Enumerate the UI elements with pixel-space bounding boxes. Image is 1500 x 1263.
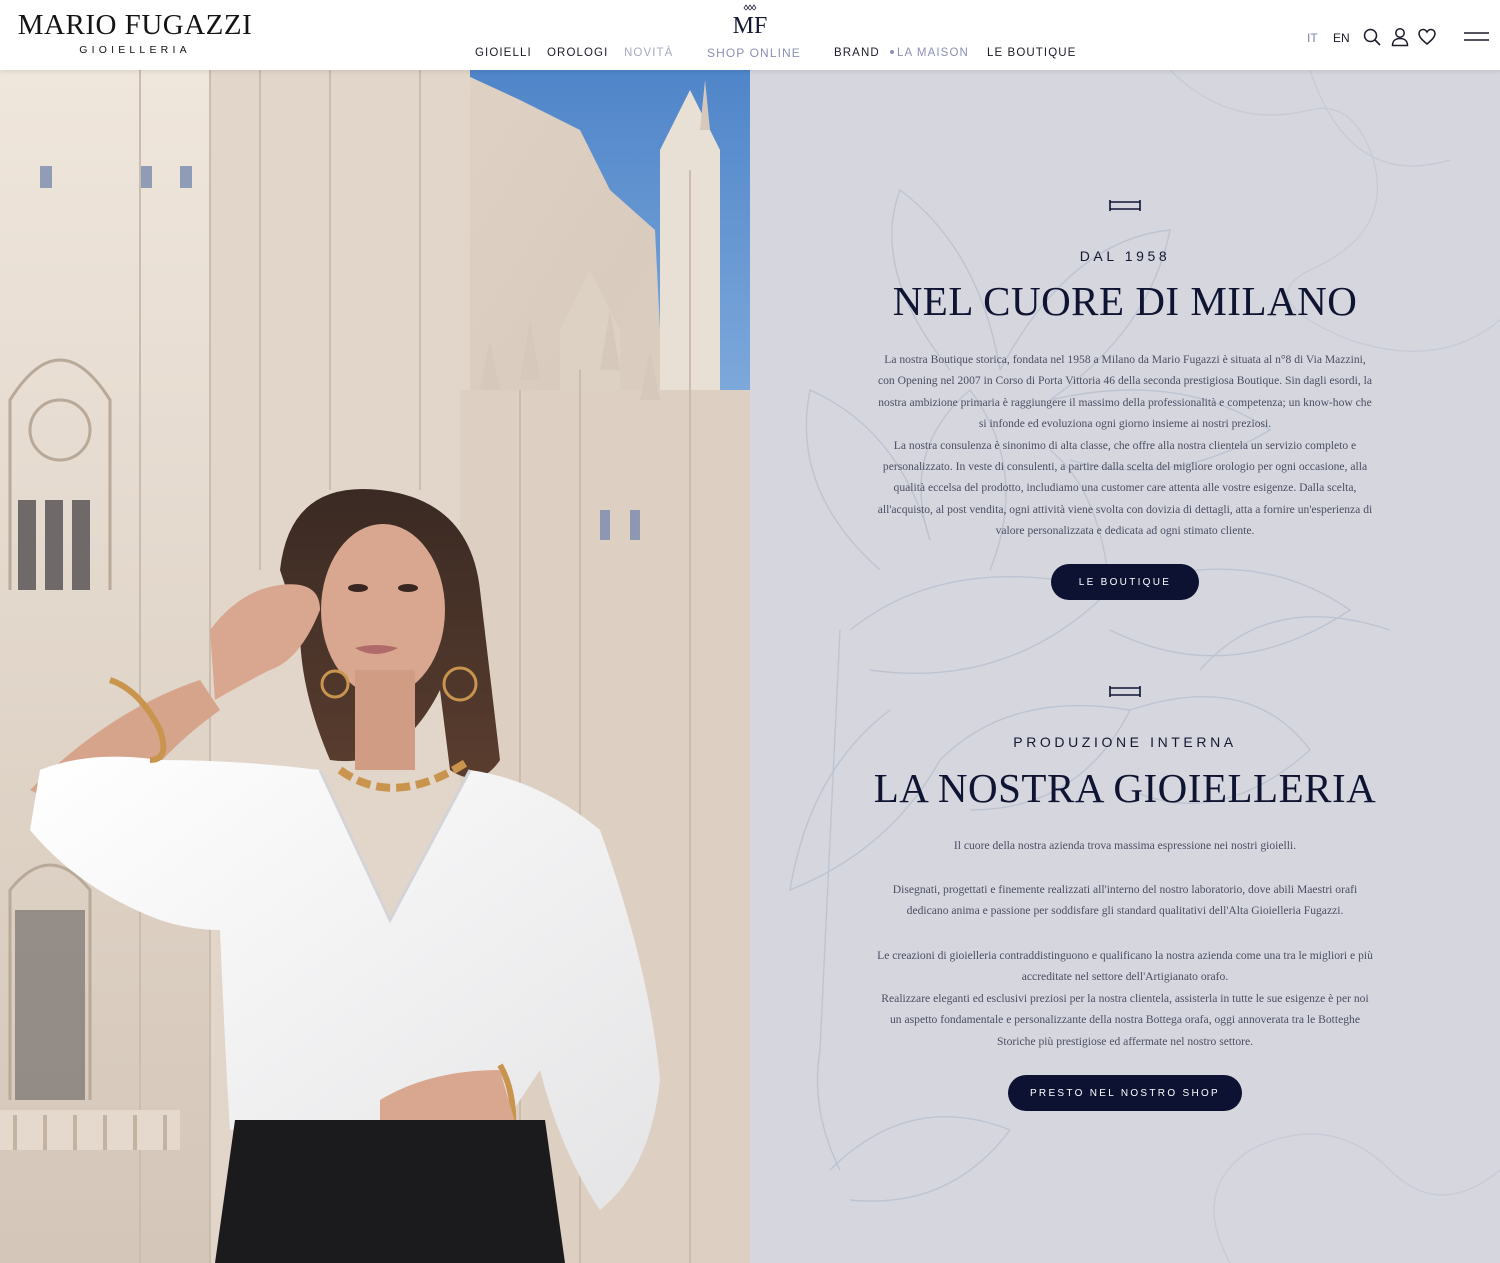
nav-la-maison-label: LA MAISON xyxy=(897,47,969,59)
section2-eyebrow: PRODUZIONE INTERNA xyxy=(1013,734,1237,750)
section2-intro: Il cuore della nostra azienda trova mass… xyxy=(953,839,1297,852)
section2-title: LA NOSTRA GIOIELLERIA xyxy=(873,765,1377,811)
section1-line: si infonde ed evoluziona ogni giorno ins… xyxy=(978,417,1272,431)
section2-line: Le creazioni di gioielleria contraddisti… xyxy=(877,949,1373,962)
nav-gioielli[interactable]: GIOIELLI xyxy=(475,47,532,59)
section2-line: dedicano anima e passione per soddisfare… xyxy=(906,904,1344,918)
mf-monogram-logo[interactable]: MF xyxy=(730,2,770,38)
lang-it[interactable]: IT xyxy=(1307,31,1318,45)
section2-line: Disegnati, progettati e finemente realiz… xyxy=(892,883,1358,896)
section1-line: con Opening nel 2007 in Corso di Porta V… xyxy=(877,374,1372,388)
maison-panel: DAL 1958 NEL CUORE DI MILANO La nostra B… xyxy=(750,70,1500,1263)
section1-line: valore personalizzata e dedicata ad ogni… xyxy=(995,524,1255,538)
heart-icon[interactable] xyxy=(1417,27,1437,47)
brand-subtitle: GIOIELLERIA xyxy=(79,44,191,56)
nav-la-maison[interactable]: LA MAISON xyxy=(890,47,969,59)
hero-photo xyxy=(0,70,750,1263)
nav-shop-online[interactable]: SHOP ONLINE xyxy=(707,46,801,60)
user-icon[interactable] xyxy=(1390,27,1410,47)
menu-icon[interactable] xyxy=(1464,30,1489,44)
section2-line: Realizzare eleganti ed esclusivi prezios… xyxy=(881,991,1369,1005)
logo-monogram-text: MF xyxy=(733,13,768,38)
search-icon[interactable] xyxy=(1362,27,1382,47)
nav-orologi[interactable]: OROLOGI xyxy=(547,47,608,59)
section1-line: La nostra consulenza è sinonimo di alta … xyxy=(893,438,1357,452)
section1-line: qualità eccelsa del prodotto, includiamo… xyxy=(893,481,1357,495)
lang-en[interactable]: EN xyxy=(1333,31,1350,45)
section2-paragraph-a: Disegnati, progettati e finemente realiz… xyxy=(855,879,1395,922)
brand-logo[interactable]: MARIO FUGAZZI GIOIELLERIA xyxy=(12,10,258,56)
le-boutique-button[interactable]: LE BOUTIQUE xyxy=(1051,564,1199,600)
section1-eyebrow: DAL 1958 xyxy=(1079,248,1171,264)
section1-line: nostra ambizione primaria è raggiungere … xyxy=(878,395,1372,409)
site-header: MARIO FUGAZZI GIOIELLERIA MF GIOIELLI OR… xyxy=(0,0,1500,70)
section1-line: personalizzato. In veste di consulenti, … xyxy=(882,460,1368,474)
active-dot-icon xyxy=(890,49,894,54)
presto-shop-button[interactable]: PRESTO NEL NOSTRO SHOP xyxy=(1008,1075,1242,1111)
maison-content: DAL 1958 NEL CUORE DI MILANO La nostra B… xyxy=(750,70,1500,1263)
section2-line: Storiche più prestigiose ed affermate ne… xyxy=(996,1034,1254,1048)
section2-line: un aspetto fondamentale e personalizzant… xyxy=(890,1013,1360,1027)
ornament-divider-icon xyxy=(1109,686,1141,697)
ornament-divider-icon xyxy=(1109,200,1141,211)
section1-title: NEL CUORE DI MILANO xyxy=(892,278,1358,324)
section1-line: La nostra Boutique storica, fondata nel … xyxy=(884,353,1366,366)
nav-novita[interactable]: NOVITÀ xyxy=(624,47,673,59)
section1-paragraph: La nostra Boutique storica, fondata nel … xyxy=(855,349,1395,542)
brand-name: MARIO FUGAZZI xyxy=(17,9,253,41)
section1-line: all'acquisto, al post vendita, ogni atti… xyxy=(877,502,1373,516)
nav-le-boutique[interactable]: LE BOUTIQUE xyxy=(987,47,1076,59)
nav-brand[interactable]: BRAND xyxy=(834,47,880,59)
hero-photo-illustration xyxy=(0,70,750,1263)
section2-line: accreditate nel settore dell'Artigianato… xyxy=(1021,970,1229,984)
section2-paragraph-b: Le creazioni di gioielleria contraddisti… xyxy=(855,945,1395,1052)
